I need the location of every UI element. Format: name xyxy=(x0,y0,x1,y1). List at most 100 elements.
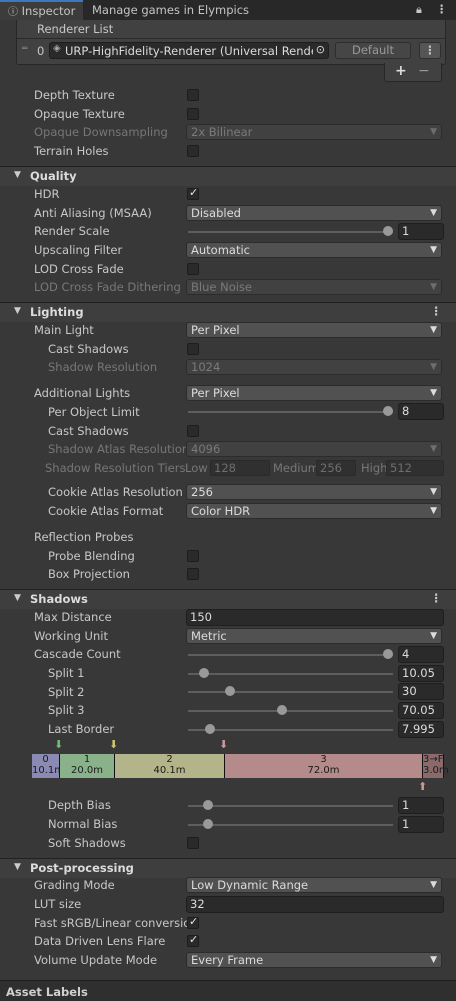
additional-cast-shadows-checkbox[interactable] xyxy=(187,425,199,437)
shadows-section-header[interactable]: ▼ Shadows ⋮ xyxy=(0,589,456,609)
split1-handle-icon[interactable]: ⬇ xyxy=(54,738,63,751)
normal-bias-slider-thumb[interactable] xyxy=(203,819,213,829)
post-processing-section-header[interactable]: ▼ Post-processing xyxy=(0,858,456,878)
normal-bias-slider-track[interactable] xyxy=(188,824,393,826)
object-picker-icon[interactable]: ⊙ xyxy=(316,43,325,56)
max-distance-input[interactable]: 150 xyxy=(186,609,444,626)
depth-bias-slider-track[interactable] xyxy=(188,805,393,807)
split3-slider-thumb[interactable] xyxy=(277,705,287,715)
default-button[interactable]: Default xyxy=(335,42,411,59)
depth-texture-checkbox[interactable] xyxy=(187,89,199,101)
tab-manage-games-label: Manage games in Elympics xyxy=(92,3,250,17)
render-scale-slider-track[interactable] xyxy=(188,231,393,233)
kebab-menu-icon[interactable]: ⋮ xyxy=(431,304,443,318)
reflection-probes-label: Reflection Probes xyxy=(34,530,134,544)
grading-mode-dropdown[interactable]: Low Dynamic Range ▼ xyxy=(186,877,442,893)
tab-inspector[interactable]: ⓘ Inspector xyxy=(0,0,84,20)
split2-handle-icon[interactable]: ⬇ xyxy=(109,738,118,751)
renderer-options-button[interactable]: ⋮ xyxy=(419,42,441,59)
working-unit-value: Metric xyxy=(191,629,227,643)
remove-icon[interactable]: − xyxy=(418,63,430,79)
opaque-downsampling-label: Opaque Downsampling xyxy=(34,125,168,139)
last-border-input[interactable]: 7.995 xyxy=(398,721,444,738)
render-scale-input[interactable]: 1 xyxy=(398,223,444,240)
main-cast-shadows-checkbox[interactable] xyxy=(187,343,199,355)
main-light-dropdown[interactable]: Per Pixel ▼ xyxy=(186,322,442,338)
checkmark-icon: ✓ xyxy=(189,915,199,928)
lut-size-input[interactable]: 32 xyxy=(186,896,444,913)
split1-label: Split 1 xyxy=(48,666,85,680)
last-border-slider-track[interactable] xyxy=(188,729,393,731)
max-distance-label: Max Distance xyxy=(34,610,112,624)
cascade-segment-1: 1 20.0m xyxy=(60,754,115,778)
chevron-down-icon: ▼ xyxy=(430,487,437,497)
hdr-checkbox[interactable]: ✓ xyxy=(187,186,199,200)
opaque-texture-checkbox[interactable] xyxy=(187,108,199,120)
kebab-menu-icon[interactable]: ⋮ xyxy=(436,2,448,16)
quality-title: Quality xyxy=(30,169,77,183)
asset-labels-bar[interactable]: Asset Labels xyxy=(0,980,456,1001)
shadow-resolution-value: 1024 xyxy=(191,360,221,374)
split1-slider-track[interactable] xyxy=(188,673,393,675)
render-scale-slider-thumb[interactable] xyxy=(383,226,393,236)
additional-lights-dropdown[interactable]: Per Pixel ▼ xyxy=(186,385,442,401)
per-object-limit-input[interactable]: 8 xyxy=(398,403,444,420)
per-object-limit-slider-thumb[interactable] xyxy=(383,406,393,416)
soft-shadows-checkbox[interactable] xyxy=(187,837,199,849)
split2-label: Split 2 xyxy=(48,685,85,699)
lighting-title: Lighting xyxy=(30,305,84,319)
lens-flare-checkbox[interactable]: ✓ xyxy=(187,933,199,947)
normal-bias-input[interactable]: 1 xyxy=(398,816,444,833)
fast-srgb-checkbox[interactable]: ✓ xyxy=(187,915,199,929)
per-object-limit-slider-track[interactable] xyxy=(188,411,393,413)
main-cast-shadows-label: Cast Shadows xyxy=(48,342,129,356)
cookie-atlas-format-dropdown[interactable]: Color HDR ▼ xyxy=(186,503,442,519)
grading-mode-label: Grading Mode xyxy=(34,878,115,892)
asset-icon: ◈ xyxy=(53,43,61,54)
terrain-holes-checkbox[interactable] xyxy=(187,145,199,157)
lock-icon[interactable]: 🔒︎ xyxy=(416,3,422,17)
volume-update-mode-dropdown[interactable]: Every Frame ▼ xyxy=(186,952,442,968)
depth-bias-input[interactable]: 1 xyxy=(398,797,444,814)
checkmark-icon: ✓ xyxy=(189,933,199,946)
split3-slider-track[interactable] xyxy=(188,710,393,712)
split3-handle-icon[interactable]: ⬇ xyxy=(219,738,228,751)
renderer-field[interactable]: ◈ URP-HighFidelity-Renderer (Universal R… xyxy=(49,42,329,59)
upscaling-filter-label: Upscaling Filter xyxy=(34,243,123,257)
split2-slider-track[interactable] xyxy=(188,691,393,693)
probe-blending-checkbox[interactable] xyxy=(187,550,199,562)
quality-section-header[interactable]: ▼ Quality xyxy=(0,166,456,186)
split2-slider-thumb[interactable] xyxy=(225,686,235,696)
cookie-atlas-resolution-dropdown[interactable]: 256 ▼ xyxy=(186,484,442,500)
last-border-slider-thumb[interactable] xyxy=(205,724,215,734)
lod-cross-fade-checkbox[interactable] xyxy=(187,263,199,275)
box-projection-checkbox[interactable] xyxy=(187,568,199,580)
lens-flare-label: Data Driven Lens Flare xyxy=(34,934,166,948)
tab-bar: ⓘ Inspector Manage games in Elympics 🔒︎ … xyxy=(0,0,456,20)
cascade-count-slider-track[interactable] xyxy=(188,654,393,656)
lighting-section-header[interactable]: ▼ Lighting ⋮ xyxy=(0,302,456,322)
kebab-menu-icon[interactable]: ⋮ xyxy=(431,591,443,605)
anti-aliasing-dropdown[interactable]: Disabled ▼ xyxy=(186,205,442,221)
tab-manage-games[interactable]: Manage games in Elympics xyxy=(84,0,257,20)
grading-mode-value: Low Dynamic Range xyxy=(191,878,309,892)
foldout-arrow-icon: ▼ xyxy=(14,593,21,603)
main-light-label: Main Light xyxy=(34,323,94,337)
cascade-count-slider-thumb[interactable] xyxy=(383,649,393,659)
split2-input[interactable]: 30 xyxy=(398,683,444,700)
depth-bias-label: Depth Bias xyxy=(48,798,111,812)
working-unit-dropdown[interactable]: Metric ▼ xyxy=(186,628,442,644)
shadow-atlas-resolution-label: Shadow Atlas Resolution xyxy=(48,442,190,456)
cascade-count-input[interactable]: 4 xyxy=(398,646,444,663)
split1-input[interactable]: 10.05 xyxy=(398,665,444,682)
split1-slider-thumb[interactable] xyxy=(199,668,209,678)
drag-handle-icon[interactable]: ═ xyxy=(22,44,27,54)
hdr-label: HDR xyxy=(34,187,60,201)
chevron-down-icon: ▼ xyxy=(430,282,437,292)
additional-cast-shadows-label: Cast Shadows xyxy=(48,424,129,438)
depth-bias-slider-thumb[interactable] xyxy=(203,800,213,810)
split3-input[interactable]: 70.05 xyxy=(398,702,444,719)
last-border-handle-icon[interactable]: ⬆ xyxy=(418,780,427,793)
add-icon[interactable]: + xyxy=(395,63,407,79)
upscaling-filter-dropdown[interactable]: Automatic ▼ xyxy=(186,242,442,258)
